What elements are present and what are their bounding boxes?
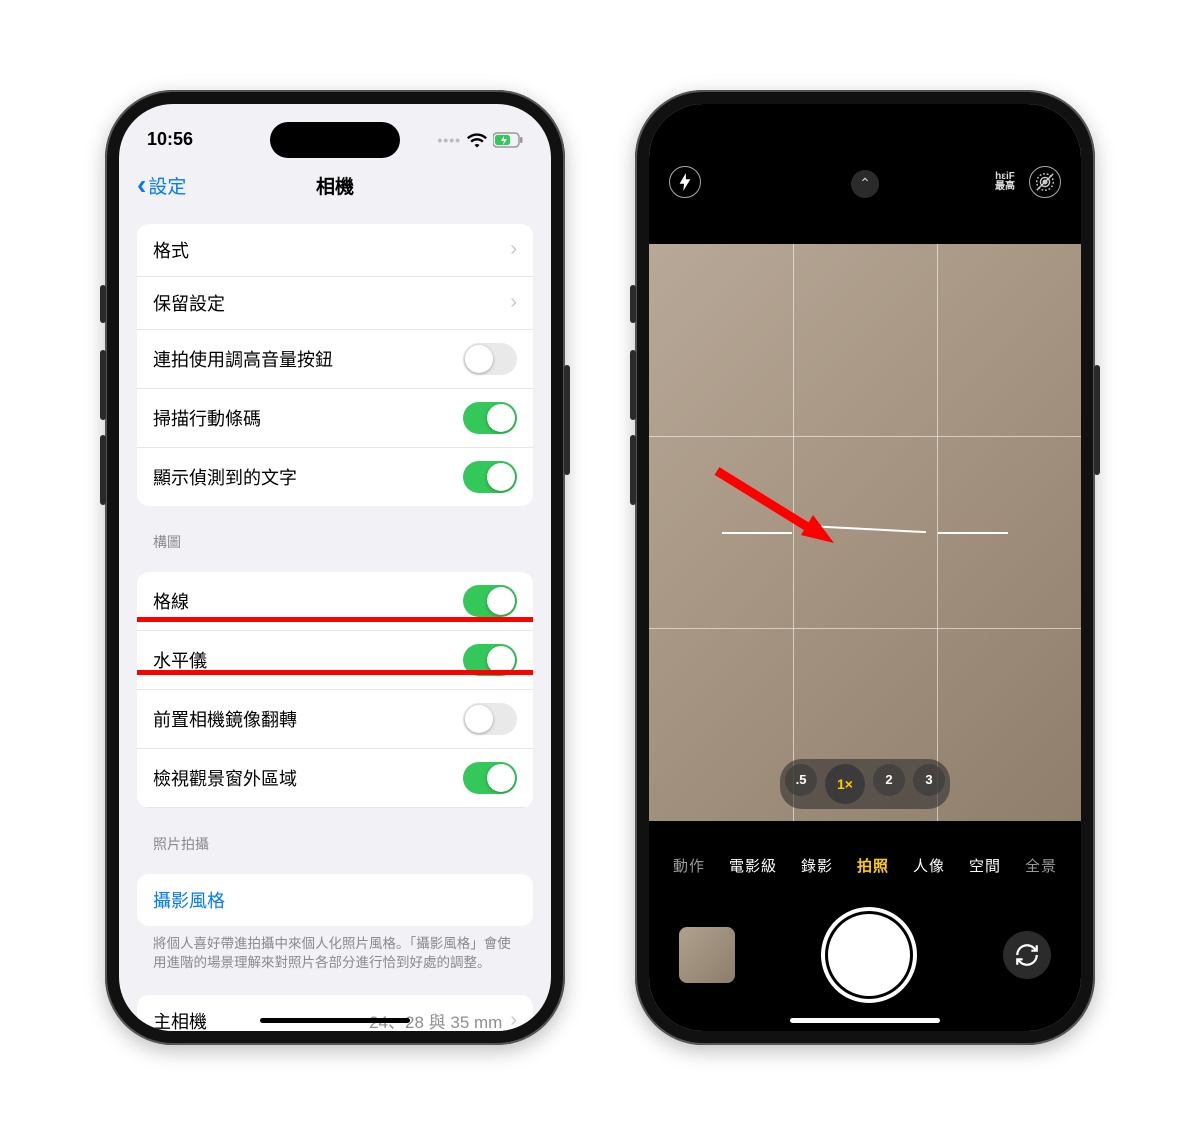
camera-viewfinder[interactable]: .5 1× 2 3 xyxy=(649,244,1081,821)
settings-group-main-camera: 主相機 24、28 與 35 mm › xyxy=(137,995,533,1031)
camera-mode-strip[interactable]: 動作 電影級 錄影 拍照 人像 空間 全景 xyxy=(649,855,1081,876)
nav-back-button[interactable]: ‹ 設定 xyxy=(137,172,186,199)
dynamic-island xyxy=(800,122,930,158)
settings-content[interactable]: 格式 › 保留設定 › 連拍使用調高音量按鈕 掃描行動條碼 xyxy=(119,210,551,1031)
heif-badge[interactable]: hεiF 最高 xyxy=(995,172,1015,192)
mode-motion[interactable]: 動作 xyxy=(673,855,705,876)
mode-spatial[interactable]: 空間 xyxy=(969,855,1001,876)
flash-button[interactable] xyxy=(669,166,701,198)
zoom-1x[interactable]: 1× xyxy=(825,764,865,804)
dynamic-island xyxy=(270,122,400,158)
live-photo-button[interactable] xyxy=(1029,166,1061,198)
chevron-right-icon: › xyxy=(510,1009,517,1030)
settings-group-general: 格式 › 保留設定 › 連拍使用調高音量按鈕 掃描行動條碼 xyxy=(137,224,533,506)
row-preserve-settings[interactable]: 保留設定 › xyxy=(137,277,533,330)
mode-photo[interactable]: 拍照 xyxy=(857,855,889,876)
zoom-3x[interactable]: 3 xyxy=(913,764,945,796)
home-indicator[interactable] xyxy=(260,1018,410,1023)
chevron-up-icon: ⌃ xyxy=(859,175,871,192)
row-level: 水平儀 xyxy=(137,631,533,690)
toggle-level[interactable] xyxy=(463,644,517,676)
gallery-thumbnail[interactable] xyxy=(679,927,735,983)
row-grid: 格線 xyxy=(137,572,533,631)
zoom-0-5x[interactable]: .5 xyxy=(785,764,817,796)
row-photographic-styles[interactable]: 攝影風格 xyxy=(137,874,533,926)
section-header-composition: 構圖 xyxy=(137,506,533,558)
home-indicator[interactable] xyxy=(790,1018,940,1023)
annotation-arrow xyxy=(709,463,839,558)
toggle-view-outside-frame[interactable] xyxy=(463,762,517,794)
camera-options-button[interactable]: ⌃ xyxy=(851,170,879,198)
mode-cinematic[interactable]: 電影級 xyxy=(729,855,777,876)
settings-group-style: 攝影風格 xyxy=(137,874,533,926)
settings-group-composition: 格線 水平儀 前置相機鏡像翻轉 檢視觀景窗外區域 xyxy=(137,572,533,808)
row-view-outside-frame: 檢視觀景窗外區域 xyxy=(137,749,533,808)
phone-camera: hεiF 最高 ⌃ xyxy=(635,90,1095,1045)
section-header-capture: 照片拍攝 xyxy=(137,808,533,860)
nav-back-label: 設定 xyxy=(148,172,186,199)
row-format[interactable]: 格式 › xyxy=(137,224,533,277)
shutter-button[interactable] xyxy=(828,914,910,996)
row-burst-volume: 連拍使用調高音量按鈕 xyxy=(137,330,533,389)
toggle-qr-scan[interactable] xyxy=(463,402,517,434)
row-mirror-front: 前置相機鏡像翻轉 xyxy=(137,690,533,749)
grid-line xyxy=(649,628,1081,629)
toggle-grid[interactable] xyxy=(463,585,517,617)
footer-style: 將個人喜好帶進拍攝中來個人化照片風格。「攝影風格」會使用進階的場景理解來對照片各… xyxy=(137,926,533,973)
page-title: 相機 xyxy=(316,172,354,199)
toggle-live-text[interactable] xyxy=(463,461,517,493)
toggle-mirror-front[interactable] xyxy=(463,703,517,735)
wifi-icon xyxy=(467,132,487,148)
row-main-camera[interactable]: 主相機 24、28 與 35 mm › xyxy=(137,995,533,1031)
row-live-text: 顯示偵測到的文字 xyxy=(137,448,533,506)
mode-pano[interactable]: 全景 xyxy=(1025,855,1057,876)
status-time: 10:56 xyxy=(147,129,193,150)
toggle-burst-volume[interactable] xyxy=(463,343,517,375)
mode-video[interactable]: 錄影 xyxy=(801,855,833,876)
chevron-right-icon: › xyxy=(510,238,517,261)
level-indicator xyxy=(938,532,1007,534)
grid-line xyxy=(649,436,1081,437)
zoom-2x[interactable]: 2 xyxy=(873,764,905,796)
camera-app: hεiF 最高 ⌃ xyxy=(649,104,1081,1031)
mode-portrait[interactable]: 人像 xyxy=(913,855,945,876)
camera-bottom-bar xyxy=(649,914,1081,996)
settings-screen: 10:56 •••• ‹ 設定 xyxy=(119,104,551,1031)
flip-camera-button[interactable] xyxy=(1003,931,1051,979)
chevron-right-icon: › xyxy=(510,291,517,314)
phone-settings: 10:56 •••• ‹ 設定 xyxy=(105,90,565,1045)
nav-bar: ‹ 設定 相機 xyxy=(119,162,551,210)
battery-icon xyxy=(493,132,523,148)
zoom-selector: .5 1× 2 3 xyxy=(780,759,950,809)
chevron-left-icon: ‹ xyxy=(137,177,146,194)
signal-dots: •••• xyxy=(437,132,461,148)
row-qr-scan: 掃描行動條碼 xyxy=(137,389,533,448)
